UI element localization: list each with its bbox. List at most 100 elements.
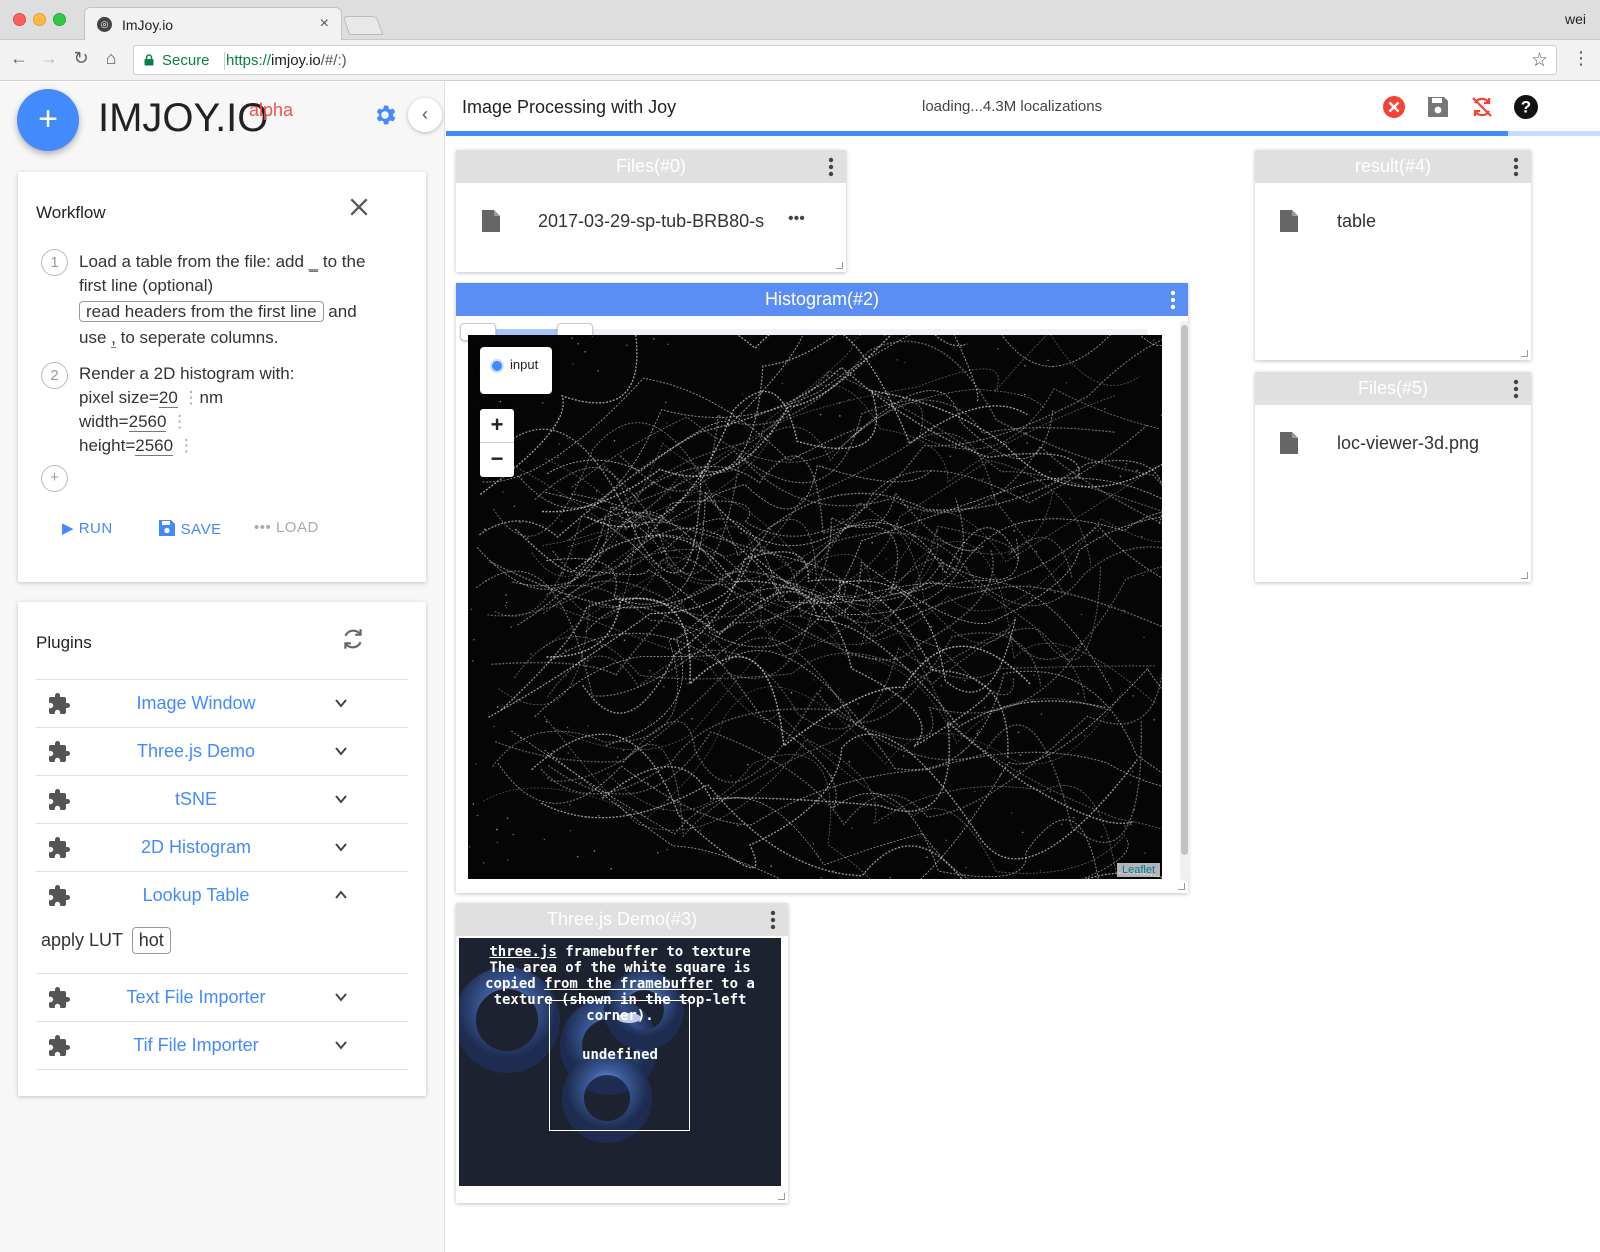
localization-dot — [627, 560, 629, 562]
window-header[interactable]: Files(#5) — [1255, 372, 1531, 405]
plugin-name[interactable]: Text File Importer — [76, 987, 316, 1008]
threejs-link[interactable]: three.js — [489, 944, 556, 960]
bookmark-star-icon[interactable]: ☆ — [1531, 49, 1548, 72]
settings-gear-icon[interactable] — [372, 102, 398, 128]
resize-handle[interactable] — [836, 262, 843, 269]
chevron-down-icon[interactable] — [334, 1038, 348, 1052]
histogram-image[interactable] — [468, 335, 1162, 879]
file-item[interactable]: 2017-03-29-sp-tub-BRB80-s — [538, 211, 778, 232]
localization-dot — [570, 553, 572, 556]
window-menu-icon[interactable] — [1513, 379, 1519, 399]
new-tab-button[interactable] — [342, 16, 384, 35]
close-icon[interactable] — [348, 196, 370, 218]
resize-handle[interactable] — [1178, 883, 1185, 890]
window-header[interactable]: Three.js Demo(#3) — [456, 903, 788, 936]
height-field[interactable]: 2560 — [135, 436, 174, 456]
plugin-name[interactable]: Image Window — [76, 693, 316, 714]
layer-control[interactable]: input — [480, 347, 552, 394]
sync-off-icon[interactable] — [1469, 94, 1495, 120]
back-icon[interactable]: ← — [8, 48, 30, 69]
zoom-out-button[interactable]: − — [480, 443, 514, 477]
window-header[interactable]: Files(#0) — [456, 150, 846, 183]
plugin-name[interactable]: Tif File Importer — [76, 1035, 316, 1056]
fiber-strand — [552, 339, 1162, 577]
resize-handle[interactable] — [1521, 572, 1528, 579]
read-headers-toggle[interactable]: read headers from the first line — [79, 301, 324, 322]
reload-icon[interactable]: ↻ — [70, 48, 92, 69]
localization-dot — [1153, 339, 1155, 341]
framebuffer-link[interactable]: from the framebuffer — [544, 976, 713, 992]
tab-close-icon[interactable]: × — [320, 15, 329, 33]
resize-handle[interactable] — [778, 1193, 785, 1200]
fiber-strand — [567, 473, 1054, 647]
plugin-row[interactable]: Image Window — [36, 679, 408, 727]
window-header[interactable]: Histogram(#2) — [456, 283, 1188, 316]
more-options-icon[interactable]: ••• — [788, 210, 805, 228]
separator-field[interactable]: , — [111, 328, 116, 348]
add-step-button[interactable]: + — [41, 465, 68, 492]
profile-name[interactable]: wei — [1565, 11, 1586, 27]
minimize-window-button[interactable] — [33, 13, 46, 26]
chevron-down-icon[interactable] — [334, 792, 348, 806]
vertical-scrollbar[interactable] — [1180, 321, 1189, 881]
maximize-window-button[interactable] — [53, 13, 66, 26]
save-button[interactable]: SAVE — [158, 519, 222, 538]
localization-dot — [1069, 498, 1071, 500]
scrollbar-thumb[interactable] — [1181, 325, 1188, 855]
localization-dot — [619, 633, 621, 635]
run-button[interactable]: ▶ RUN — [62, 519, 113, 537]
plugin-row[interactable]: Tif File Importer — [36, 1021, 408, 1069]
close-circle-icon[interactable] — [1381, 94, 1407, 120]
localization-dot — [824, 568, 826, 571]
plugin-row[interactable]: tSNE — [36, 775, 408, 823]
chevron-down-icon[interactable] — [334, 696, 348, 710]
help-icon[interactable]: ? — [1513, 94, 1539, 120]
url-text[interactable]: https://imjoy.io/#/:) — [226, 52, 347, 69]
chevron-down-icon[interactable] — [334, 990, 348, 1004]
width-field[interactable]: 2560 — [128, 412, 167, 432]
window-menu-icon[interactable] — [770, 910, 776, 930]
zoom-in-button[interactable]: + — [480, 409, 514, 443]
localization-dot — [1141, 535, 1143, 538]
lut-value-field[interactable]: hot — [131, 927, 171, 954]
collapse-sidebar-button[interactable]: ‹ — [408, 98, 442, 132]
plugin-row[interactable]: Lookup Table — [36, 871, 408, 919]
localization-dot — [1024, 364, 1026, 367]
localization-dot — [844, 608, 847, 610]
window-menu-icon[interactable] — [828, 157, 834, 177]
pixel-size-field[interactable]: 20 — [158, 388, 178, 408]
add-plugin-button[interactable]: + — [17, 89, 79, 151]
save-icon[interactable] — [1425, 94, 1451, 120]
file-item[interactable]: loc-viewer-3d.png — [1337, 433, 1479, 454]
chevron-down-icon[interactable] — [334, 840, 348, 854]
chevron-up-icon[interactable] — [334, 888, 348, 902]
plugin-row[interactable]: 2D Histogram — [36, 823, 408, 871]
comment-char-field[interactable]: _ — [308, 252, 319, 272]
layer-radio[interactable] — [490, 359, 504, 373]
address-bar[interactable]: Secure https://imjoy.io/#/:) ☆ — [133, 45, 1557, 75]
browser-titlebar: ◎ ImJoy.io × wei — [0, 0, 1600, 40]
home-icon[interactable]: ⌂ — [100, 48, 122, 69]
load-button[interactable]: ••• LOAD — [254, 519, 319, 536]
file-item[interactable]: table — [1337, 211, 1376, 232]
window-menu-icon[interactable] — [1170, 290, 1176, 310]
plugin-row[interactable]: Text File Importer — [36, 973, 408, 1021]
window-menu-icon[interactable] — [1513, 157, 1519, 177]
chevron-down-icon[interactable] — [334, 744, 348, 758]
browser-tab[interactable]: ◎ ImJoy.io × — [84, 7, 342, 40]
plugin-name[interactable]: tSNE — [76, 789, 316, 810]
forward-icon[interactable]: → — [38, 48, 60, 69]
plugin-name[interactable]: Lookup Table — [76, 885, 316, 906]
resize-handle[interactable] — [1521, 350, 1528, 357]
plugin-name[interactable]: 2D Histogram — [76, 837, 316, 858]
localization-dot — [484, 528, 486, 530]
close-window-button[interactable] — [13, 13, 26, 26]
plugin-name[interactable]: Three.js Demo — [76, 741, 316, 762]
plugin-row[interactable]: Three.js Demo — [36, 727, 408, 775]
threejs-canvas[interactable]: three.js framebuffer to texture The area… — [459, 938, 781, 1186]
localization-dot — [560, 520, 563, 523]
localization-dot — [926, 856, 928, 859]
localization-dot — [903, 361, 906, 364]
window-header[interactable]: result(#4) — [1255, 150, 1531, 183]
browser-menu-icon[interactable]: ⋮ — [1572, 48, 1590, 69]
